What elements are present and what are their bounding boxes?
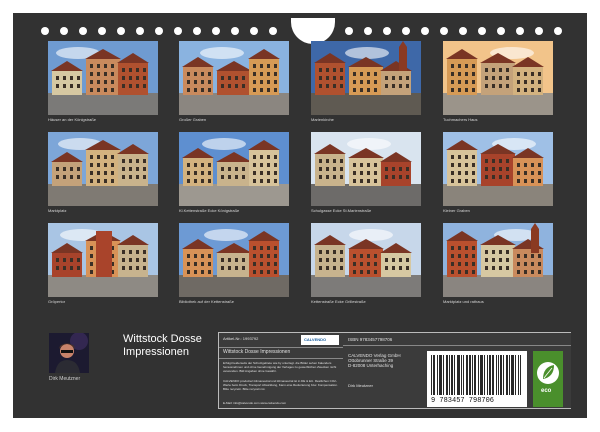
info-left-panel: Artikel-Nr.: 1993792 CALVENDO Wittstock … — [219, 333, 343, 408]
product-info-box: Artikel-Nr.: 1993792 CALVENDO Wittstock … — [218, 332, 571, 409]
town-photo — [443, 132, 553, 206]
photo-caption: Kettenstraße Ecke Grillestraße — [311, 299, 366, 304]
binding-hole — [212, 27, 220, 35]
binding-hole — [421, 27, 429, 35]
photo-tile: Bibliothek auf der Kettenstraße — [179, 223, 289, 304]
info-description-2: CALVENDO produziert klimaneutral und kli… — [223, 379, 338, 391]
publisher-line-3: D-82008 Unterhaching — [348, 363, 394, 368]
town-photo — [443, 223, 553, 297]
binding-hole — [345, 27, 353, 35]
photo-caption: Kl.Kettenstraße Ecke Königstraße — [179, 208, 240, 213]
leaf-icon — [537, 362, 559, 384]
binding-hole — [269, 27, 277, 35]
photo-tile: Kleiner Graben — [443, 132, 553, 213]
calendar-title: Wittstock Dosse Impressionen — [123, 333, 202, 358]
author-name: Dirk Meutzner — [49, 376, 81, 382]
binding-hole — [231, 27, 239, 35]
binding-hole — [193, 27, 201, 35]
photo-caption: Bibliothek auf der Kettenstraße — [179, 299, 234, 304]
photo-caption: Marienkirche — [311, 117, 334, 122]
binding-hole — [155, 27, 163, 35]
photo-tile: Kettenstraße Ecke Grillestraße — [311, 223, 421, 304]
author-portrait — [49, 333, 89, 373]
binding-hole — [497, 27, 505, 35]
photo-tile: Gröpertor — [48, 223, 158, 304]
binding-hole — [383, 27, 391, 35]
binding-hole — [402, 27, 410, 35]
article-number: Artikel-Nr.: 1993792 — [223, 336, 259, 341]
binding-hole — [459, 27, 467, 35]
photo-caption: Marktplatz und rathaus — [443, 299, 484, 304]
photo-tile: Schulgasse Ecke St.Marienstraße — [311, 132, 421, 213]
town-photo — [48, 41, 158, 115]
photo-tile: Tuchmachers Haus — [443, 41, 553, 122]
footer: Dirk Meutzner Wittstock Dosse Impression… — [13, 331, 587, 418]
town-photo — [311, 132, 421, 206]
binding-hole — [174, 27, 182, 35]
contact-email: E-Mail: info@calvendo.com www.calvendo.c… — [223, 401, 287, 405]
eco-badge: eco — [533, 351, 563, 407]
binding-hole — [554, 27, 562, 35]
info-right-panel: ISBN 9783457798706 CALVENDO Verlag GmbH … — [343, 333, 571, 408]
binding-hole — [117, 27, 125, 35]
photo-caption: Gröpertor — [48, 299, 66, 304]
binding-hole — [478, 27, 486, 35]
photo-caption: Tuchmachers Haus — [443, 117, 478, 122]
town-photo — [48, 223, 158, 297]
photo-tile: Marienkirche — [311, 41, 421, 122]
binding-hole — [136, 27, 144, 35]
binding-hole — [364, 27, 372, 35]
photo-tile: Marktplatz — [48, 132, 158, 213]
info-author: Dirk Meutzner — [348, 383, 373, 388]
binding-hole — [535, 27, 543, 35]
binding-hole — [41, 27, 49, 35]
binding-hole — [516, 27, 524, 35]
calvendo-logo: CALVENDO — [301, 335, 339, 345]
binding-hole — [98, 27, 106, 35]
town-photo — [311, 41, 421, 115]
barcode-number: 9 783457 798706 — [431, 397, 495, 405]
photo-tile: Marktplatz und rathaus — [443, 223, 553, 304]
eco-label: eco — [541, 388, 552, 394]
photo-tile: Kl.Kettenstraße Ecke Königstraße — [179, 132, 289, 213]
portrait-icon — [49, 333, 89, 373]
binding-hole — [250, 27, 258, 35]
town-photo — [179, 223, 289, 297]
town-photo — [179, 132, 289, 206]
photo-caption: Schulgasse Ecke St.Marienstraße — [311, 208, 372, 213]
info-description: Erfolgt beiderseits der Schutzgebiete wi… — [223, 361, 337, 373]
town-photo — [311, 223, 421, 297]
photo-tile: Großer Graben — [179, 41, 289, 122]
binding-hole — [60, 27, 68, 35]
photo-caption: Großer Graben — [179, 117, 207, 122]
photo-caption: Marktplatz — [48, 208, 67, 213]
isbn: ISBN 9783457798706 — [348, 337, 393, 342]
info-subtitle: Wittstock Dosse Impressionen — [223, 349, 291, 355]
barcode-bars — [431, 355, 521, 395]
town-photo — [179, 41, 289, 115]
photo-caption: Kleiner Graben — [443, 208, 470, 213]
binding-hole — [79, 27, 87, 35]
photo-tile: Häuser an der Königstraße — [48, 41, 158, 122]
town-photo — [443, 41, 553, 115]
barcode: 9 783457 798706 — [427, 351, 527, 407]
calendar-back-page: Häuser an der Königstraße Großer Graben Ma… — [13, 13, 587, 418]
binding-hole — [440, 27, 448, 35]
photo-caption: Häuser an der Königstraße — [48, 117, 97, 122]
town-photo — [48, 132, 158, 206]
